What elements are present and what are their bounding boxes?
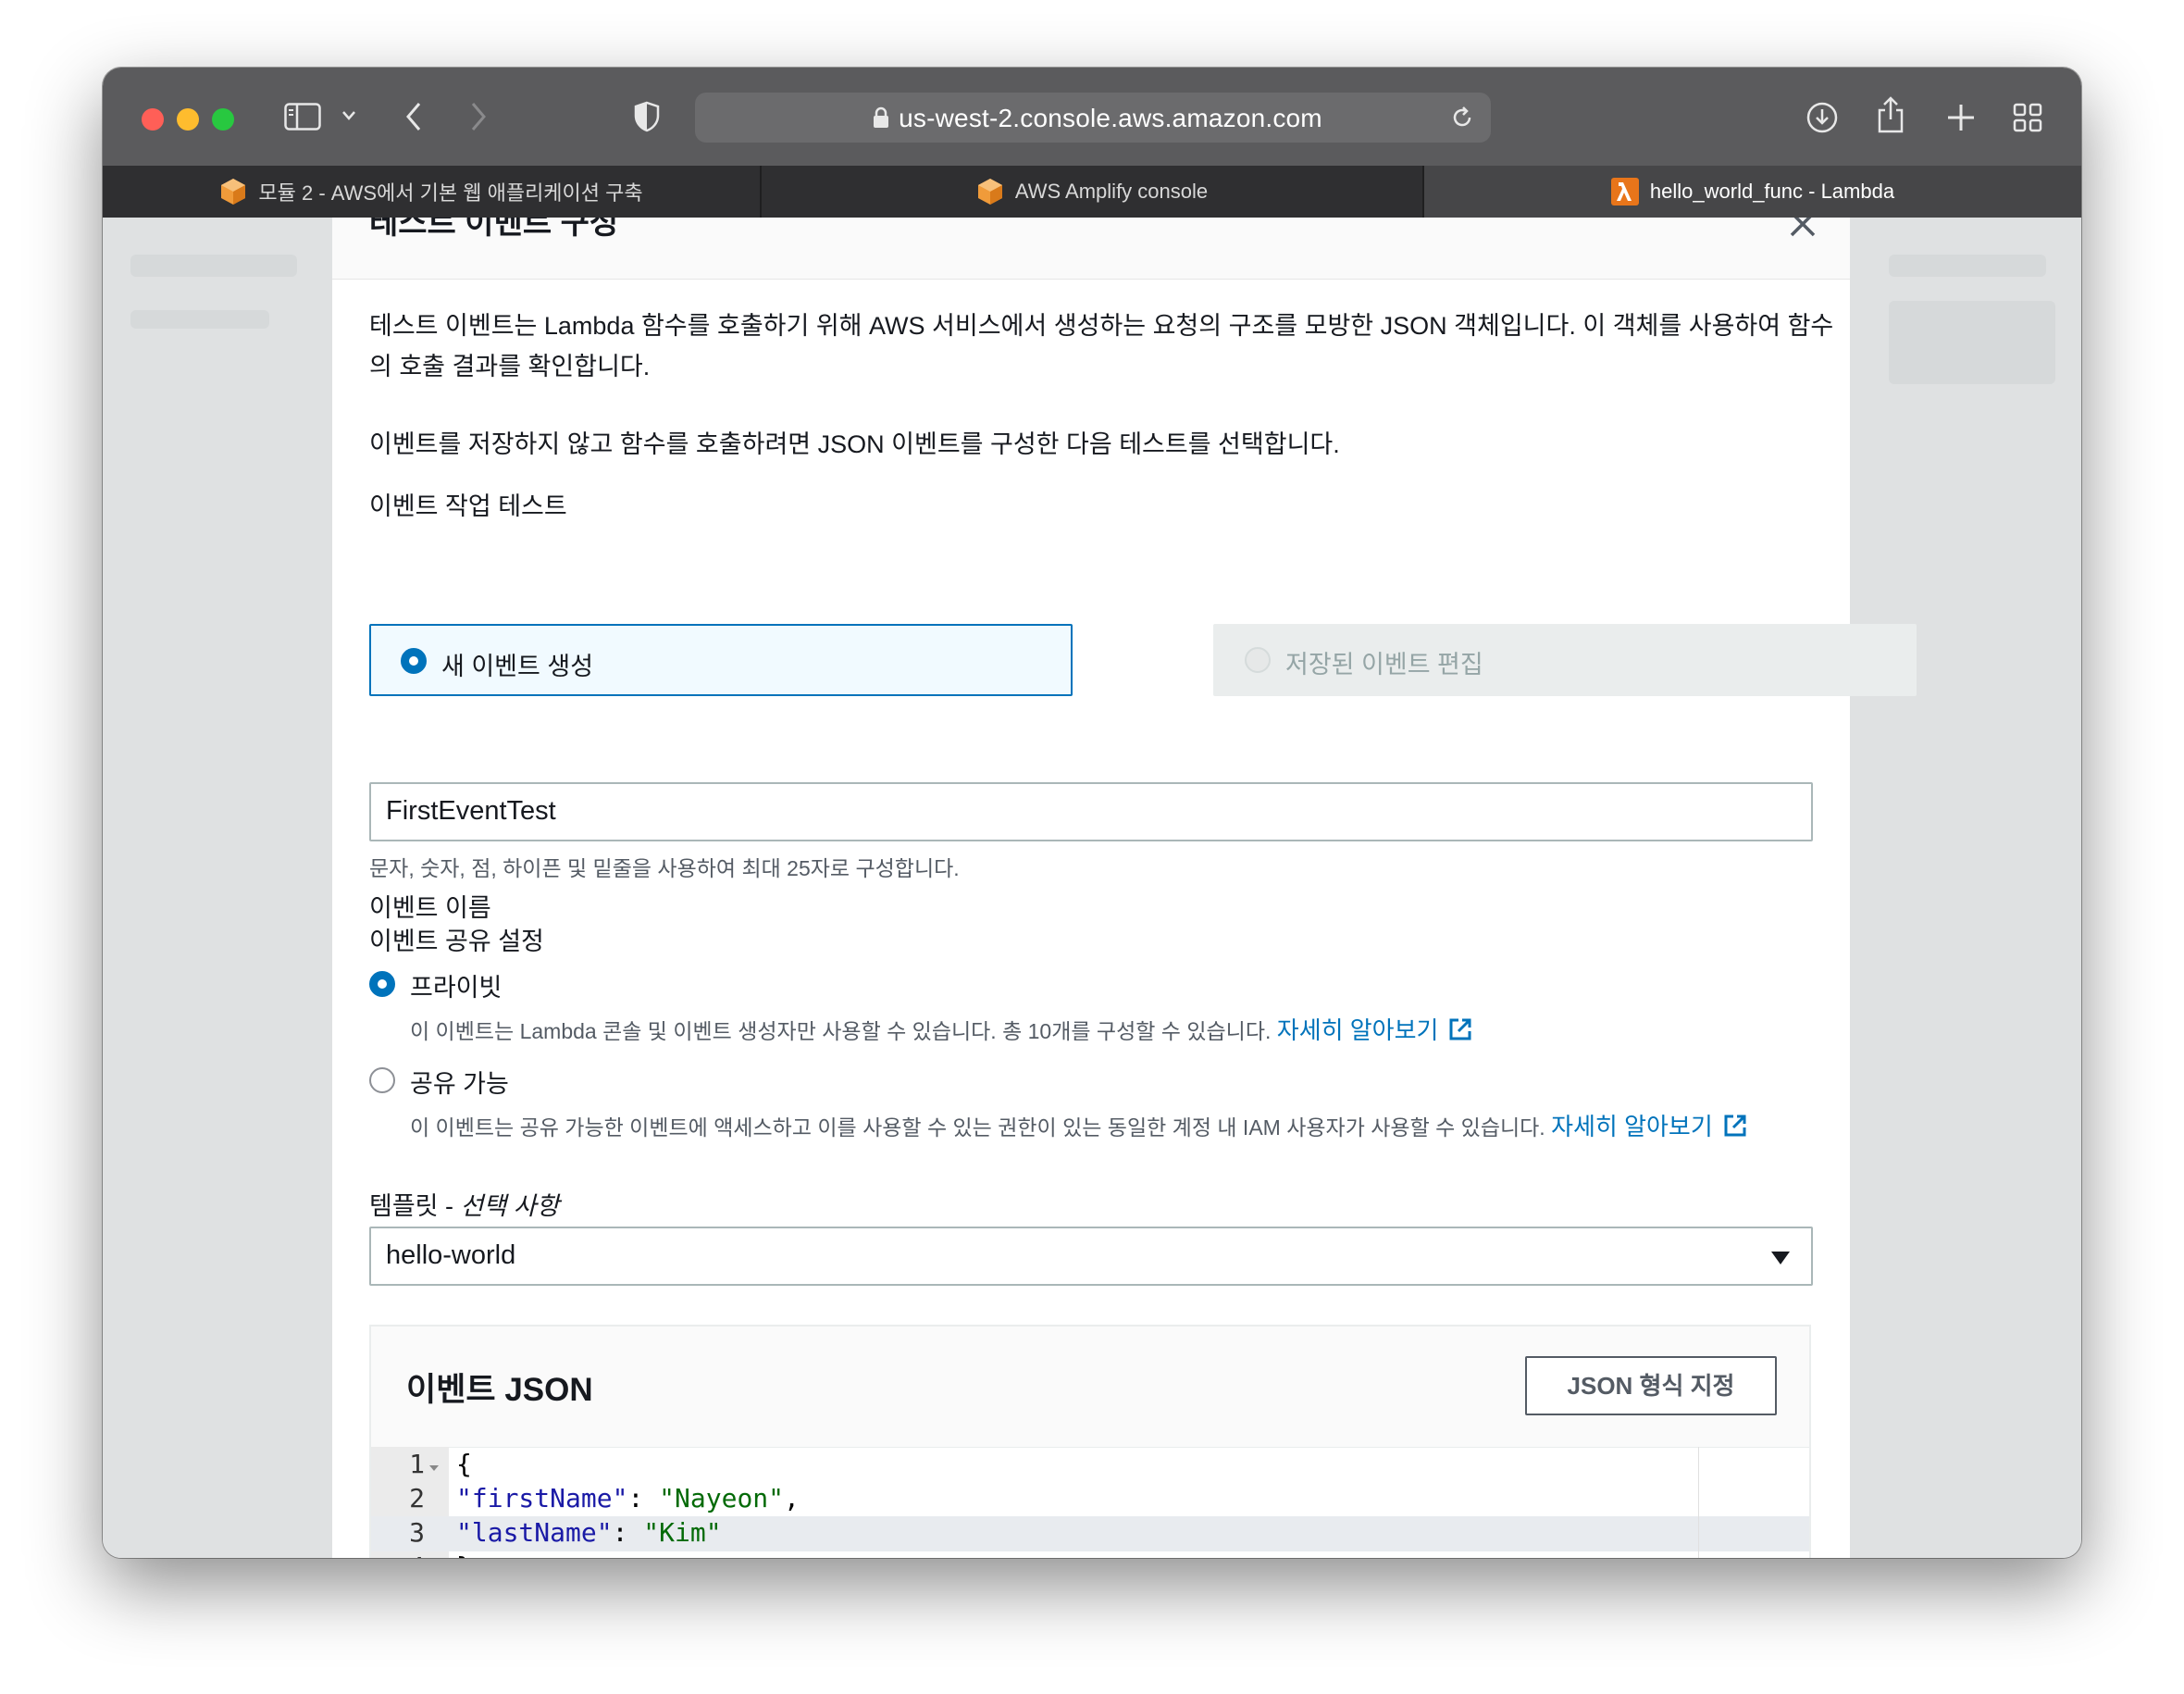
background-placeholder (130, 255, 297, 277)
caret-down-icon (1770, 1251, 1791, 1270)
line-number: 1 (409, 1449, 425, 1479)
edit-saved-event-option: 저장된 이벤트 편집 (1213, 624, 1917, 696)
template-value: hello-world (386, 1240, 516, 1270)
external-link-icon[interactable] (1447, 1016, 1473, 1048)
json-code-editor[interactable]: 1 { 2 "firstName": "Nayeon", 3 "lastName… (371, 1447, 1809, 1558)
line-number: 2 (409, 1483, 425, 1513)
json-comma: , (784, 1483, 800, 1513)
code-line: "lastName": "Kim" (456, 1517, 722, 1548)
tab-label: AWS Amplify console (1014, 180, 1209, 203)
event-name-input[interactable]: FirstEventTest (369, 782, 1813, 841)
json-separator: : (627, 1483, 660, 1513)
tab-label: 모듈 2 - AWS에서 기본 웹 애플리케이션 구축 (258, 181, 643, 205)
configure-test-event-modal: 테스트 이벤트 구성 테스트 이벤트는 Lambda 함수를 호출하기 위해 A… (332, 218, 1917, 1558)
aws-cube-icon (219, 178, 247, 206)
shareable-option-label: 공유 가능 (410, 1070, 509, 1098)
event-name-hint: 문자, 숫자, 점, 하이픈 및 밑줄을 사용하여 최대 25자로 구성합니다. (369, 856, 960, 880)
event-sharing-label: 이벤트 공유 설정 (369, 928, 544, 955)
zoom-window-button[interactable] (212, 108, 234, 131)
learn-more-link[interactable]: 자세히 알아보기 (1277, 1016, 1439, 1044)
page-content: 테스트 이벤트 구성 테스트 이벤트는 Lambda 함수를 호출하기 위해 A… (103, 218, 2081, 1558)
background-placeholder (130, 310, 269, 329)
line-number: 4 (371, 1551, 425, 1558)
background-placeholder (1889, 255, 2046, 277)
json-value: "Kim" (643, 1517, 722, 1548)
radio-selected[interactable] (401, 648, 427, 674)
new-tab-icon[interactable] (1946, 103, 1976, 132)
code-line: "firstName": "Nayeon", (456, 1483, 800, 1513)
json-separator: : (612, 1517, 644, 1548)
close-icon[interactable] (1789, 218, 1817, 243)
radio-disabled (1245, 647, 1271, 673)
private-option-label: 프라이빗 (410, 974, 503, 1002)
minimize-window-button[interactable] (177, 108, 199, 131)
event-json-panel: 이벤트 JSON JSON 형식 지정 1 { 2 "firstName": "… (369, 1325, 1811, 1558)
lambda-icon (1610, 178, 1639, 206)
aws-cube-icon (976, 178, 1004, 206)
close-window-button[interactable] (142, 108, 164, 131)
description-text: 의 호출 결과를 확인합니다. (369, 353, 651, 380)
template-label-text: 템플릿 - (369, 1192, 461, 1220)
url-text: us-west-2.console.aws.amazon.com (899, 104, 1322, 132)
external-link-icon[interactable] (1722, 1113, 1748, 1144)
forward-icon[interactable] (469, 101, 488, 132)
event-name-value: FirstEventTest (386, 796, 556, 826)
background-placeholder (1889, 301, 2055, 384)
browser-window: us-west-2.console.aws.amazon.com 모듈 2 - … (103, 68, 2081, 1558)
browser-toolbar: us-west-2.console.aws.amazon.com (103, 68, 2081, 166)
template-select[interactable]: hello-world (369, 1227, 1813, 1286)
learn-more-link[interactable]: 자세히 알아보기 (1551, 1113, 1713, 1140)
create-new-event-option[interactable]: 새 이벤트 생성 (369, 624, 1073, 696)
back-icon[interactable] (404, 101, 423, 132)
private-radio[interactable] (369, 971, 395, 997)
description-text: 이 이벤트는 공유 가능한 이벤트에 액세스하고 이를 사용할 수 있는 권한이… (410, 1115, 1545, 1140)
modal-title: 테스트 이벤트 구성 (369, 218, 619, 241)
shareable-option-description: 이 이벤트는 공유 가능한 이벤트에 액세스하고 이를 사용할 수 있는 권한이… (410, 1108, 1748, 1144)
download-icon[interactable] (1806, 101, 1839, 134)
description-text: 이벤트를 저장하지 않고 함수를 호출하려면 JSON 이벤트를 구성한 다음 … (369, 430, 1340, 458)
format-json-button[interactable]: JSON 형식 지정 (1525, 1356, 1777, 1415)
description-text: 이 이벤트는 Lambda 콘솔 및 이벤트 생성자만 사용할 수 있습니다. … (410, 1019, 1272, 1043)
event-name-label: 이벤트 이름 (369, 894, 491, 922)
shareable-radio[interactable] (369, 1067, 395, 1093)
share-icon[interactable] (1876, 95, 1905, 134)
json-value: "Nayeon" (659, 1483, 785, 1513)
json-key: "lastName" (456, 1517, 613, 1548)
fold-arrow-icon[interactable] (428, 1460, 440, 1476)
code-line: } (456, 1551, 472, 1558)
line-number: 3 (409, 1517, 425, 1548)
shield-icon[interactable] (634, 101, 660, 132)
private-option-description: 이 이벤트는 Lambda 콘솔 및 이벤트 생성자만 사용할 수 있습니다. … (410, 1012, 1473, 1048)
json-key: "firstName" (456, 1483, 628, 1513)
option-label: 새 이벤트 생성 (441, 653, 594, 680)
lock-icon (873, 106, 889, 129)
tab-lambda[interactable]: hello_world_func - Lambda (1424, 166, 2081, 218)
description-text: 테스트 이벤트는 Lambda 함수를 호출하기 위해 AWS 서비스에서 생성… (369, 312, 1834, 340)
optional-text: 선택 사항 (460, 1192, 560, 1220)
tab-aws-module[interactable]: 모듈 2 - AWS에서 기본 웹 애플리케이션 구축 (103, 166, 760, 218)
editor-margin (1698, 1447, 1699, 1558)
option-label: 저장된 이벤트 편집 (1285, 651, 1483, 679)
tab-overview-icon[interactable] (2013, 103, 2042, 132)
event-json-header: 이벤트 JSON JSON 형식 지정 (371, 1327, 1809, 1448)
address-bar[interactable]: us-west-2.console.aws.amazon.com (695, 93, 1491, 143)
modal-header: 테스트 이벤트 구성 (332, 218, 1850, 280)
reload-icon[interactable] (1450, 106, 1474, 130)
event-action-label: 이벤트 작업 테스트 (369, 492, 567, 520)
template-label: 템플릿 - 선택 사항 (369, 1186, 559, 1222)
chevron-down-icon[interactable] (341, 110, 356, 121)
code-line: { (456, 1449, 472, 1479)
tab-amplify-console[interactable]: AWS Amplify console (762, 166, 1422, 218)
sidebar-icon[interactable] (284, 103, 321, 131)
tab-label: hello_world_func - Lambda (1649, 180, 1895, 203)
tab-bar: 모듈 2 - AWS에서 기본 웹 애플리케이션 구축 AWS Amplify … (103, 166, 2081, 218)
event-json-title: 이벤트 JSON (406, 1372, 593, 1408)
